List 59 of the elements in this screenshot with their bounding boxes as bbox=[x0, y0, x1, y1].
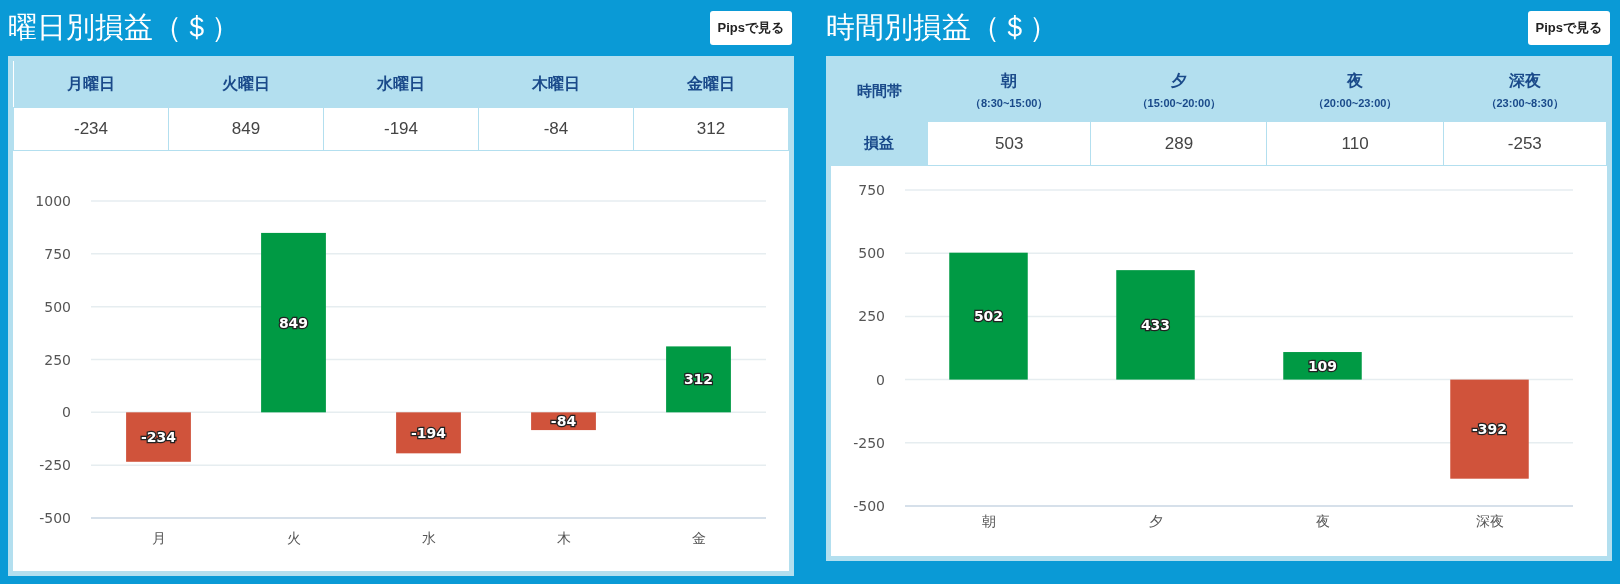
data-label: -392 bbox=[1472, 421, 1507, 438]
header-cell: 朝 （8:30~15:00） bbox=[927, 61, 1091, 122]
panel-title: 曜日別損益（＄） bbox=[8, 9, 240, 46]
axis-label: 月 bbox=[151, 530, 166, 546]
axis-label: 金 bbox=[691, 530, 706, 546]
row-header: 損益 bbox=[831, 121, 928, 166]
data-label: 849 bbox=[278, 314, 309, 331]
table-cell: 289 bbox=[1090, 121, 1267, 166]
axis-label: 1000 bbox=[35, 193, 71, 209]
axis-label: -500 bbox=[853, 498, 885, 514]
axis-label: 750 bbox=[858, 182, 885, 198]
axis-label: 朝 bbox=[981, 513, 996, 529]
pips-button[interactable]: Pipsで見る bbox=[709, 11, 792, 45]
data-label: 433 bbox=[1140, 316, 1171, 333]
header-cell: 水曜日 bbox=[323, 61, 479, 108]
header-cell: 夜 （20:00~23:00） bbox=[1267, 61, 1444, 122]
data-label: -234 bbox=[141, 429, 176, 446]
data-label: 502 bbox=[973, 308, 1004, 325]
header-cell: 木曜日 bbox=[478, 61, 634, 108]
data-label: 109 bbox=[1307, 357, 1338, 374]
axis-label: 0 bbox=[876, 371, 885, 388]
header-cell: 火曜日 bbox=[168, 61, 324, 108]
axis-label: 500 bbox=[858, 245, 885, 262]
table-cell: -194 bbox=[323, 107, 479, 151]
axis-label: -250 bbox=[853, 434, 885, 451]
axis-label: -250 bbox=[39, 457, 71, 474]
data-label: -194 bbox=[411, 424, 446, 441]
header-cell: 夕 （15:00~20:00） bbox=[1090, 61, 1267, 122]
axis-label: 水 bbox=[421, 530, 436, 546]
axis-label: 500 bbox=[44, 298, 71, 315]
data-label: -84 bbox=[550, 413, 577, 430]
axis-label: 木 bbox=[556, 530, 571, 546]
table-cell: 503 bbox=[927, 121, 1091, 166]
header-cell: 月曜日 bbox=[13, 61, 169, 108]
axis-label: 夕 bbox=[1148, 513, 1163, 529]
bar bbox=[126, 412, 191, 462]
header-cell: 金曜日 bbox=[633, 61, 789, 108]
axis-label: 夜 bbox=[1315, 513, 1330, 529]
axis-label: 750 bbox=[44, 245, 71, 262]
bar bbox=[531, 412, 596, 431]
axis-label: 250 bbox=[44, 351, 71, 368]
table-cell: 849 bbox=[168, 107, 324, 151]
table-cell: 312 bbox=[633, 107, 789, 151]
bar bbox=[666, 346, 731, 413]
table-cell: -253 bbox=[1443, 121, 1607, 166]
axis-label: 深夜 bbox=[1475, 513, 1504, 529]
panel-title: 時間別損益（＄） bbox=[826, 9, 1058, 46]
axis-label: -500 bbox=[39, 510, 71, 526]
axis-label: 0 bbox=[62, 404, 71, 421]
bar bbox=[396, 412, 461, 454]
header-cell: 時間帯 bbox=[831, 61, 928, 122]
axis-label: 250 bbox=[858, 308, 885, 325]
table-cell: -84 bbox=[478, 107, 634, 151]
data-label: 312 bbox=[683, 371, 714, 388]
header-cell: 深夜 （23:00~8:30） bbox=[1443, 61, 1607, 122]
axis-label: 火 bbox=[286, 530, 301, 546]
table-cell: 110 bbox=[1267, 121, 1444, 166]
pips-button[interactable]: Pipsで見る bbox=[1527, 11, 1610, 45]
table-cell: -234 bbox=[13, 107, 169, 151]
